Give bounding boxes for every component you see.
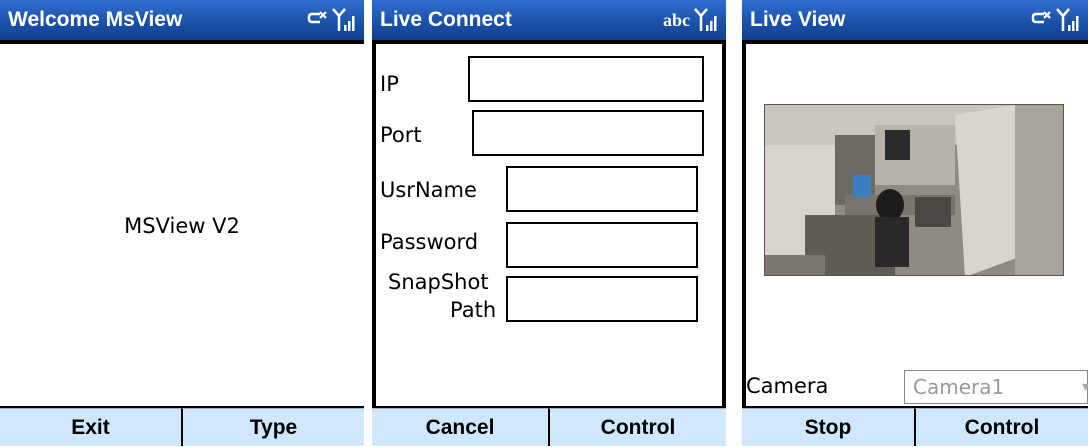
- softkey-bar: Cancel Control: [372, 408, 726, 446]
- exit-softkey[interactable]: Exit: [0, 408, 181, 446]
- signal-strength-icon: [1056, 8, 1079, 31]
- screen-title: Live View: [750, 8, 846, 31]
- softkey-bar: Stop Control: [742, 408, 1088, 446]
- welcome-screen: Welcome MsView MSView V2 Exit Type: [0, 0, 364, 446]
- stop-softkey[interactable]: Stop: [742, 408, 914, 446]
- snapshot-label: SnapShot: [388, 270, 489, 294]
- port-label: Port: [380, 123, 422, 147]
- live-view-content: Camera Camera1 ▾: [746, 44, 1088, 406]
- camera-select[interactable]: Camera1 ▾: [904, 370, 1088, 404]
- screen-title: Welcome MsView: [8, 8, 183, 31]
- input-mode-indicator: abc: [663, 10, 690, 30]
- live-connect-screen: Live Connect abc IP Port UsrName Passwor…: [372, 0, 726, 446]
- password-label: Password: [380, 230, 479, 254]
- camera-select-value: Camera1: [913, 375, 1005, 399]
- title-bar: Welcome MsView: [0, 0, 364, 40]
- status-icons: abc: [663, 0, 718, 40]
- camera-feed[interactable]: [764, 104, 1064, 276]
- camera-feed-image: [765, 105, 1063, 275]
- path-label: Path: [450, 298, 497, 322]
- camera-label: Camera: [746, 374, 829, 398]
- ip-label: IP: [380, 72, 399, 96]
- signal-strength-icon: [332, 8, 355, 31]
- chevron-down-icon: ▾: [1081, 379, 1088, 395]
- snapshot-path-input[interactable]: [506, 276, 698, 322]
- live-connect-form: IP Port UsrName Password SnapShot Path: [376, 44, 722, 406]
- welcome-content: MSView V2: [0, 44, 364, 406]
- status-icons: [306, 0, 356, 40]
- signal-strength-icon: [694, 8, 717, 31]
- cancel-softkey[interactable]: Cancel: [372, 408, 548, 446]
- password-input[interactable]: [506, 222, 698, 268]
- control-softkey[interactable]: Control: [548, 408, 726, 446]
- username-input[interactable]: [506, 166, 698, 212]
- ip-input[interactable]: [468, 56, 704, 102]
- username-label: UsrName: [380, 178, 477, 202]
- control-softkey[interactable]: Control: [914, 408, 1088, 446]
- port-input[interactable]: [472, 110, 704, 156]
- connection-icon: [1031, 11, 1051, 24]
- screen-title: Live Connect: [380, 8, 512, 31]
- title-bar: Live View: [742, 0, 1088, 40]
- softkey-bar: Exit Type: [0, 408, 364, 446]
- status-icons: [1030, 0, 1080, 40]
- type-softkey[interactable]: Type: [181, 408, 364, 446]
- live-view-screen: Live View Camera Camera1 ▾ Stop Control: [742, 0, 1088, 446]
- connection-icon: [307, 11, 327, 24]
- title-bar: Live Connect abc: [372, 0, 726, 40]
- app-version-text: MSView V2: [124, 214, 240, 238]
